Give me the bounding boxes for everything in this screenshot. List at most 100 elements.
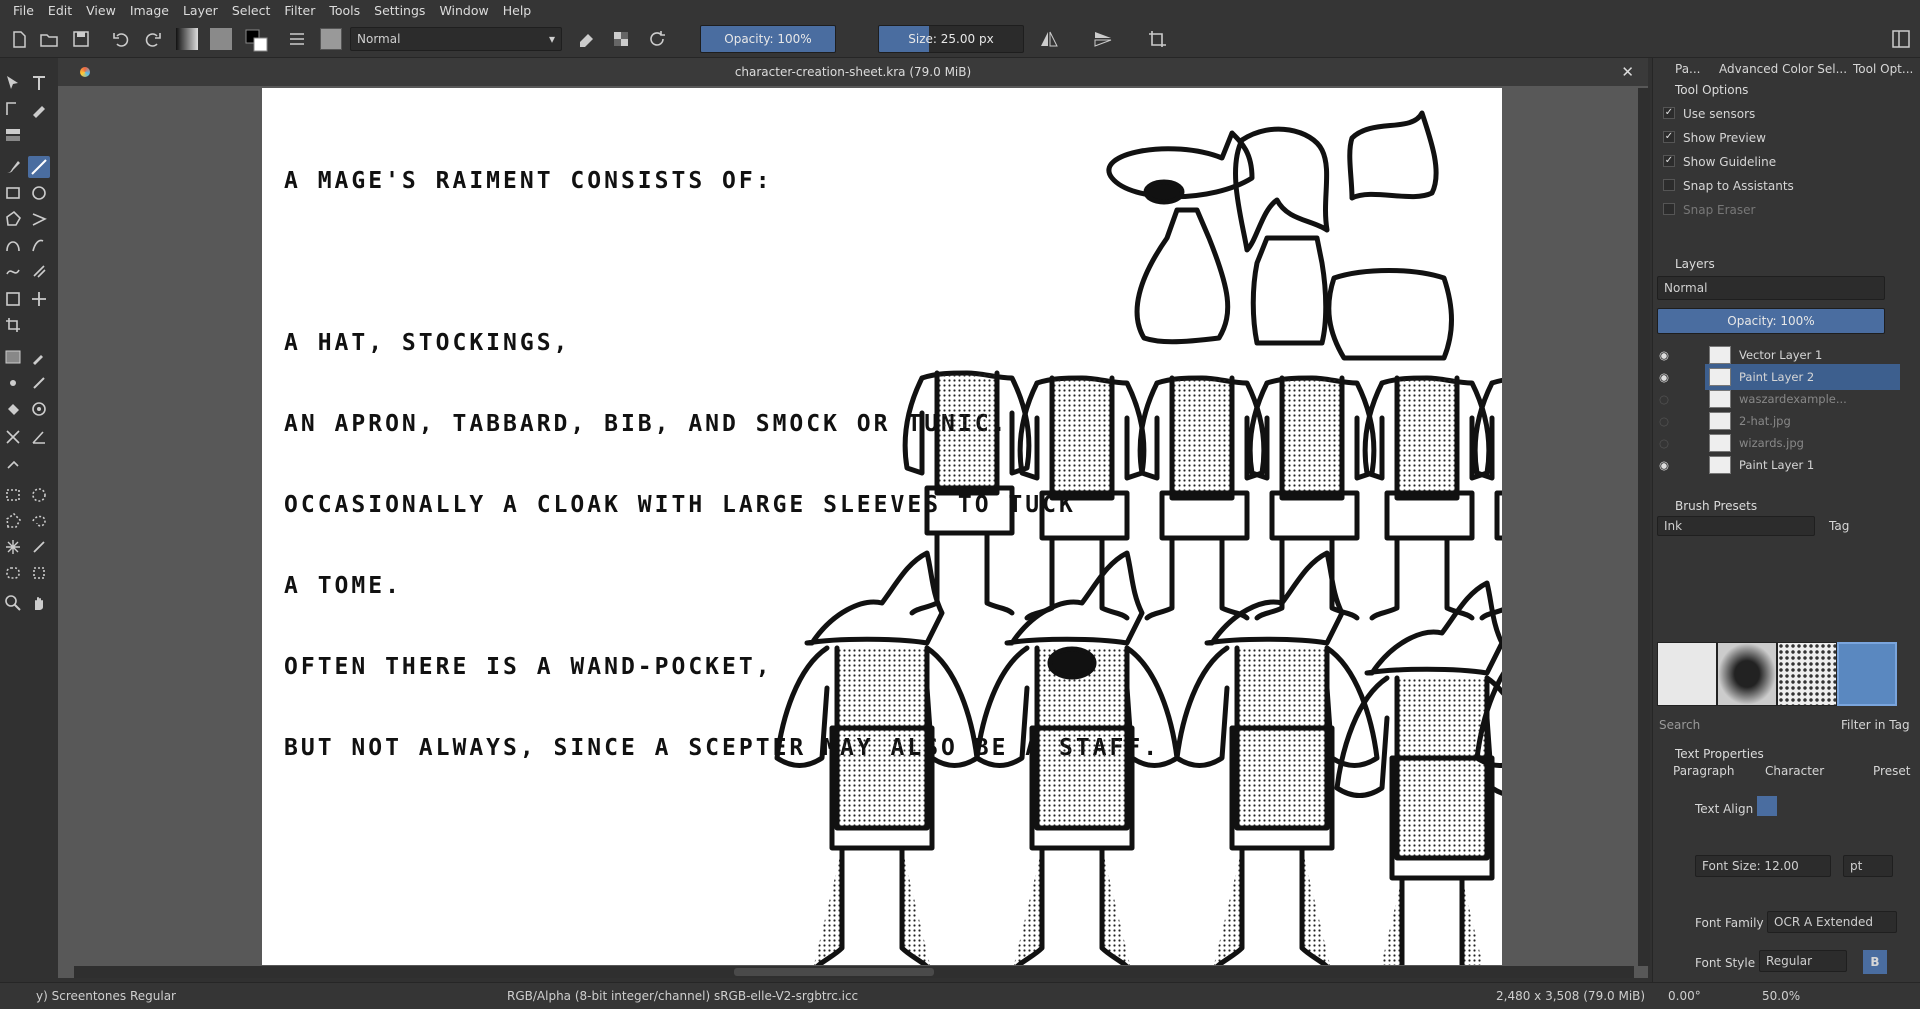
tab-palette[interactable]: Pa... (1675, 62, 1701, 76)
brush-preset-thumb[interactable] (1777, 642, 1837, 706)
menu-file[interactable]: File (6, 3, 41, 18)
fill-tool-icon[interactable] (4, 400, 22, 418)
zoom-tool-icon[interactable] (4, 594, 22, 612)
similar-select-icon[interactable] (30, 538, 48, 556)
size-slider[interactable]: Size: 25.00 px (878, 25, 1024, 53)
polyline-tool-icon[interactable] (30, 210, 48, 228)
opt-snap-assistants[interactable]: Snap to Assistants (1663, 179, 1794, 193)
opt-snap-eraser[interactable]: Snap Eraser (1663, 203, 1755, 217)
status-zoom[interactable]: 50.0% (1762, 989, 1800, 1003)
tab-advanced-color-selector[interactable]: Advanced Color Sel... (1719, 62, 1847, 76)
new-document-icon[interactable] (8, 28, 30, 50)
font-style-dropdown[interactable]: Regular (1759, 950, 1847, 972)
gradient-tool-icon[interactable] (4, 348, 22, 366)
alpha-lock-icon[interactable] (610, 28, 632, 50)
align-left-button[interactable] (1757, 796, 1777, 816)
tab-tool-options[interactable]: Tool Opt... (1853, 62, 1913, 76)
freehand-path-icon[interactable] (30, 236, 48, 254)
text-tool-icon[interactable] (30, 74, 48, 92)
checkbox[interactable]: ✓ (1663, 155, 1675, 167)
align-center-button[interactable] (1781, 796, 1801, 816)
redo-icon[interactable] (142, 28, 164, 50)
menu-filter[interactable]: Filter (277, 3, 322, 18)
polygon-select-icon[interactable] (4, 512, 22, 530)
filter-in-tag[interactable]: Filter in Tag (1841, 718, 1910, 732)
enclose-fill-icon[interactable] (30, 400, 48, 418)
pattern-icon[interactable] (210, 28, 232, 50)
menu-select[interactable]: Select (225, 3, 278, 18)
wrap-around-icon[interactable] (1146, 28, 1168, 50)
color-picker-icon[interactable] (30, 348, 48, 366)
brush-preset-thumb[interactable] (1657, 642, 1717, 706)
font-family-dropdown[interactable]: OCR A Extended (1767, 911, 1897, 933)
menu-layer[interactable]: Layer (176, 3, 225, 18)
font-size-field[interactable]: Font Size: 12.00 (1695, 855, 1831, 877)
brush-preset-thumb[interactable] (1717, 642, 1777, 706)
font-size-unit-dropdown[interactable]: pt (1843, 855, 1893, 877)
freehand-select-icon[interactable] (30, 512, 48, 530)
bezier-select-icon[interactable] (4, 564, 22, 582)
brush-search-field[interactable]: Search (1659, 718, 1700, 732)
menu-help[interactable]: Help (496, 3, 539, 18)
open-document-icon[interactable] (38, 28, 60, 50)
measure-tool-icon[interactable] (30, 428, 48, 446)
docker-toggle-icon[interactable] (1890, 28, 1912, 50)
polygon-tool-icon[interactable] (4, 210, 22, 228)
horizontal-scrollbar[interactable] (74, 966, 1634, 978)
line-tool-icon[interactable] (28, 156, 50, 178)
opt-show-preview[interactable]: ✓ Show Preview (1663, 131, 1766, 145)
gradient-editor-icon[interactable] (4, 126, 22, 144)
save-document-icon[interactable] (70, 28, 92, 50)
close-document-icon[interactable]: ✕ (1621, 58, 1634, 86)
vertical-scrollbar[interactable] (1638, 88, 1650, 966)
layer-blend-dropdown[interactable]: Normal (1657, 276, 1885, 300)
menu-view[interactable]: View (79, 3, 123, 18)
pan-tool-icon[interactable] (30, 594, 48, 612)
opt-use-sensors[interactable]: ✓ Use sensors (1663, 107, 1755, 121)
rect-select-icon[interactable] (4, 486, 22, 504)
color-swatch-icon[interactable] (244, 28, 268, 52)
tab-preset[interactable]: Preset (1873, 764, 1910, 778)
smart-patch-icon[interactable] (30, 374, 48, 392)
brush-settings-icon[interactable] (286, 28, 308, 50)
align-right-button[interactable] (1805, 796, 1825, 816)
select-shapes-icon[interactable] (4, 74, 22, 92)
rectangle-tool-icon[interactable] (4, 184, 22, 202)
edit-shapes-icon[interactable] (4, 100, 22, 118)
move-tool-icon[interactable] (30, 290, 48, 308)
checkbox[interactable] (1663, 203, 1675, 215)
document-page[interactable]: A MAGE'S RAIMENT CONSISTS OF: A HAT, STO… (262, 88, 1502, 965)
bold-button[interactable]: B (1863, 950, 1887, 974)
ellipse-tool-icon[interactable] (30, 184, 48, 202)
checkbox[interactable] (1663, 179, 1675, 191)
brush-preset-thumb-selected[interactable] (1837, 642, 1897, 706)
dynamic-brush-icon[interactable] (4, 262, 22, 280)
assistant-tool-icon[interactable] (4, 428, 22, 446)
menu-tools[interactable]: Tools (322, 3, 367, 18)
undo-icon[interactable] (110, 28, 132, 50)
tag-button[interactable]: Tag (1829, 519, 1849, 533)
menu-edit[interactable]: Edit (41, 3, 79, 18)
magnetic-select-icon[interactable] (30, 564, 48, 582)
layer-opacity-slider[interactable]: Opacity: 100% (1657, 308, 1885, 334)
eye-icon[interactable]: ◉ (1659, 452, 1669, 478)
checkbox[interactable]: ✓ (1663, 131, 1675, 143)
opt-show-guideline[interactable]: ✓ Show Guideline (1663, 155, 1776, 169)
opacity-slider[interactable]: Opacity: 100% (700, 25, 836, 53)
status-rotation[interactable]: 0.00° (1668, 989, 1701, 1003)
bezier-tool-icon[interactable] (4, 236, 22, 254)
layer-row[interactable]: ◉ Paint Layer 1 (1659, 452, 1900, 478)
tab-paragraph[interactable]: Paragraph (1673, 764, 1734, 778)
colorize-mask-icon[interactable] (4, 374, 22, 392)
eraser-icon[interactable] (575, 28, 597, 50)
checkbox[interactable]: ✓ (1663, 107, 1675, 119)
scroll-thumb[interactable] (734, 968, 934, 976)
menu-settings[interactable]: Settings (367, 3, 432, 18)
gradient-icon[interactable] (176, 28, 198, 50)
brush-tag-dropdown[interactable]: Ink (1657, 516, 1815, 536)
mirror-vertical-icon[interactable] (1092, 28, 1114, 50)
freehand-brush-icon[interactable] (4, 158, 22, 176)
blend-mode-dropdown[interactable]: Normal ▾ (350, 27, 562, 51)
transform-tool-icon[interactable] (4, 290, 22, 308)
crop-tool-icon[interactable] (4, 316, 22, 334)
